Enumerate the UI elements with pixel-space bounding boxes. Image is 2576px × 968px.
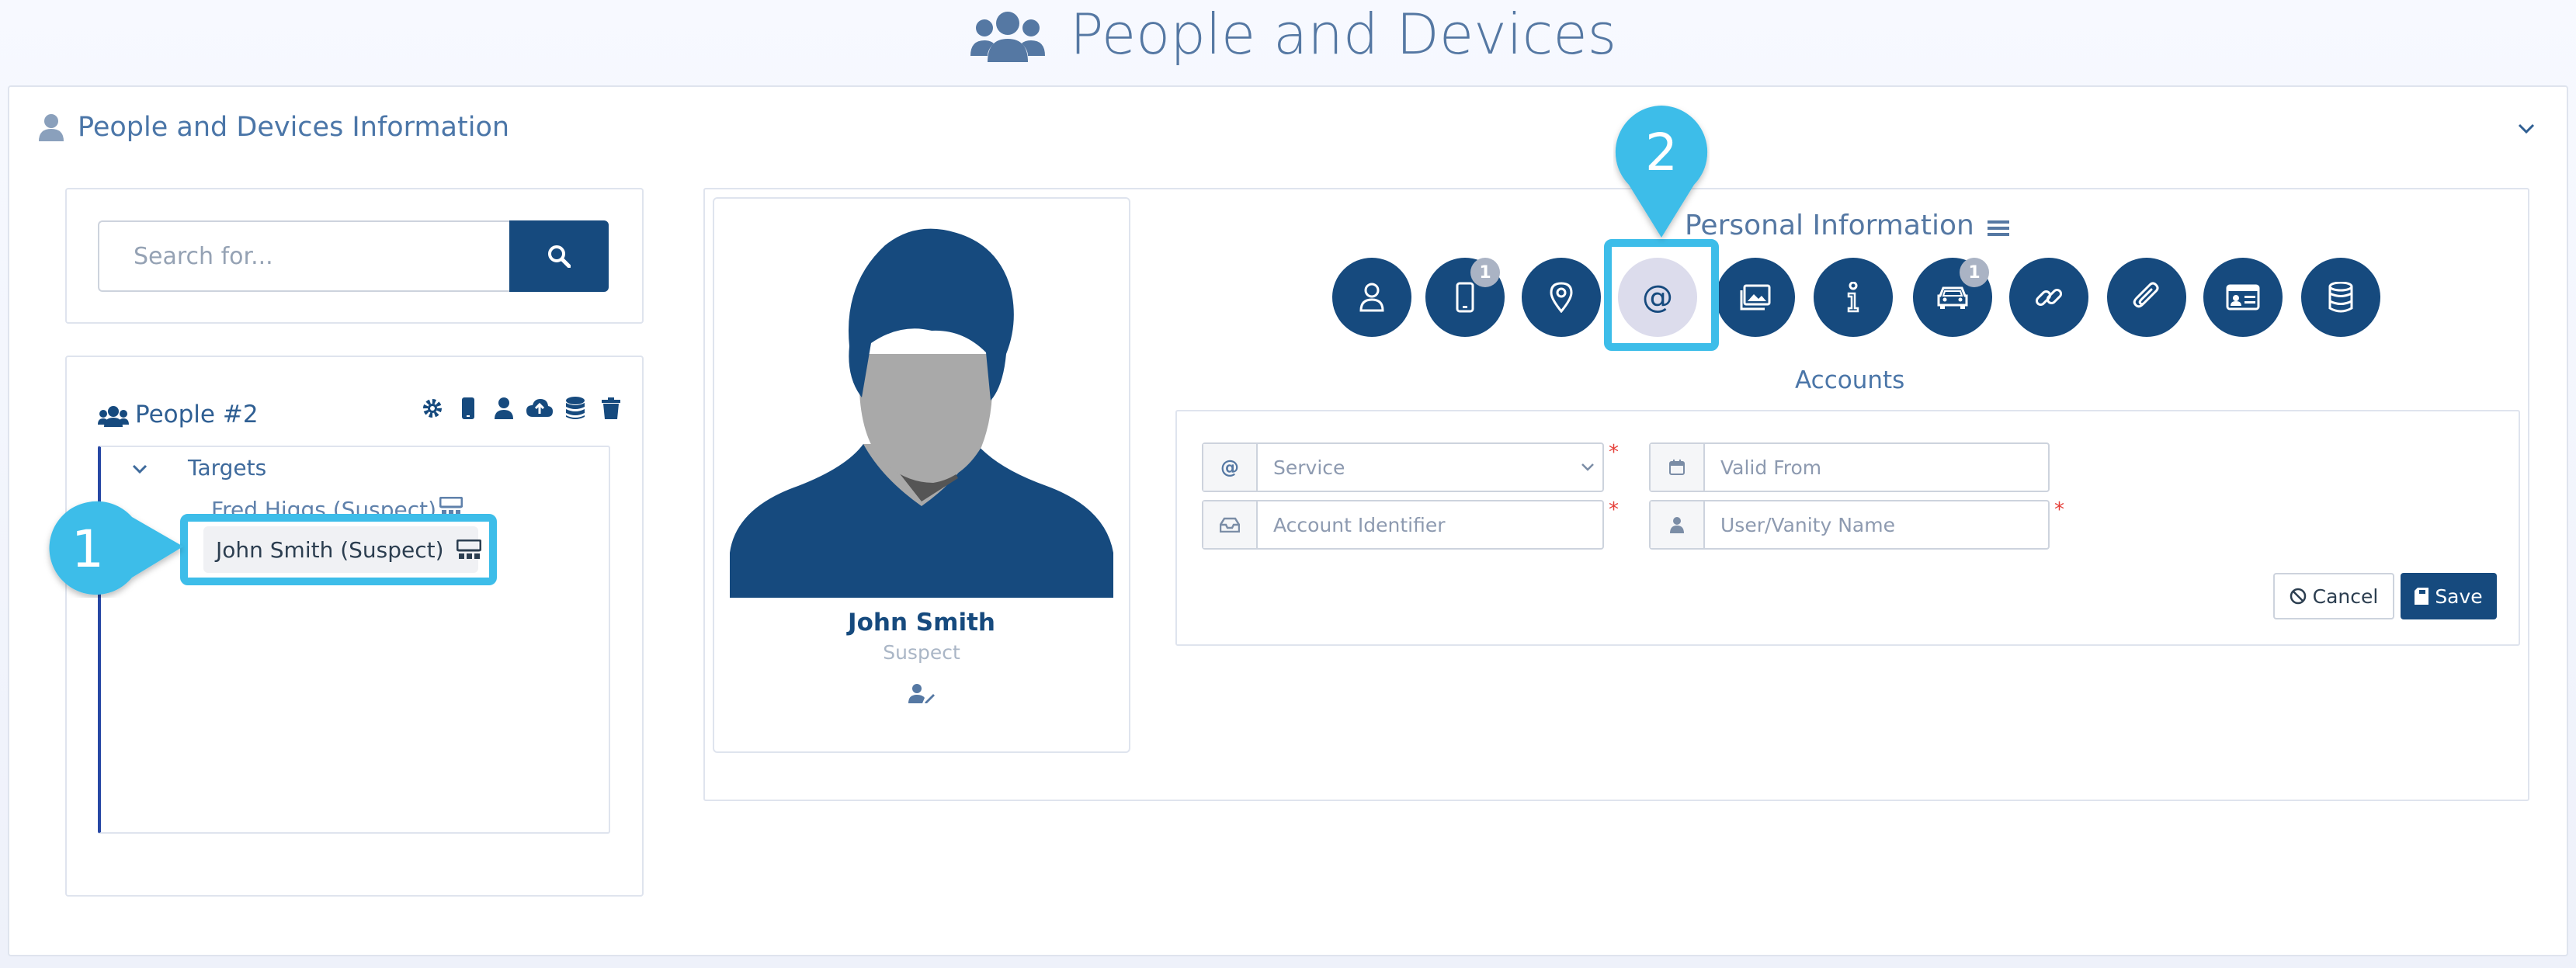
save-button[interactable]: Save <box>2401 573 2497 619</box>
cancel-label: Cancel <box>2312 585 2379 608</box>
tab-attachments[interactable] <box>2107 258 2186 337</box>
gear-icon <box>422 398 443 418</box>
trash-icon <box>602 397 620 419</box>
page-title: People and Devices <box>1070 2 1617 67</box>
required-mark: * <box>2054 498 2064 522</box>
calendar-icon <box>1669 460 1685 475</box>
menu-icon[interactable] <box>1988 219 2009 238</box>
settings-button[interactable] <box>421 394 444 422</box>
add-device-button[interactable] <box>457 394 480 422</box>
field-addon <box>1651 444 1705 491</box>
cloud-upload-icon <box>526 398 553 418</box>
vanity-name-input[interactable]: User/Vanity Name <box>1649 500 2050 550</box>
tab-location[interactable] <box>1522 258 1601 337</box>
location-icon <box>1550 282 1573 313</box>
people-group-title: People #2 <box>135 401 259 428</box>
users-icon <box>98 405 129 427</box>
save-label: Save <box>2435 585 2483 608</box>
account-identifier-input[interactable]: Account Identifier <box>1202 500 1604 550</box>
ban-icon <box>2290 588 2307 605</box>
person-icon <box>37 113 65 141</box>
people-tree-card: People #2 Targets Fred Higgs (Suspect) J… <box>65 356 644 897</box>
person-icon <box>1669 516 1685 533</box>
callout-marker-2: 2 <box>1613 104 1710 244</box>
paperclip-icon <box>2133 282 2161 313</box>
save-icon <box>2415 588 2429 605</box>
valid-from-placeholder: Valid From <box>1720 456 1822 479</box>
tab-images[interactable] <box>1716 258 1795 337</box>
tab-id-card[interactable] <box>2203 258 2283 337</box>
mobile-icon <box>1456 282 1474 313</box>
user-edit-icon[interactable] <box>908 683 935 703</box>
tab-database[interactable] <box>2301 258 2380 337</box>
valid-from-input[interactable]: Valid From <box>1649 442 2050 492</box>
database-icon <box>2328 282 2353 313</box>
search-card <box>65 188 644 324</box>
service-select[interactable]: @ Service <box>1202 442 1604 492</box>
link-icon <box>2033 282 2064 313</box>
tab-links[interactable] <box>2009 258 2088 337</box>
accounts-form: @ Service * Account Identifier * Valid F… <box>1175 410 2520 646</box>
search-input[interactable] <box>98 220 509 292</box>
person-icon <box>1359 283 1385 312</box>
chevron-down-icon[interactable] <box>132 464 148 475</box>
service-placeholder: Service <box>1273 456 1345 479</box>
account-identifier-placeholder: Account Identifier <box>1273 513 1446 536</box>
tree-group-targets[interactable]: Targets <box>188 455 266 481</box>
info-icon <box>1845 282 1861 313</box>
person-icon <box>494 397 514 419</box>
add-person-button[interactable] <box>492 394 516 422</box>
vanity-name-placeholder: User/Vanity Name <box>1720 513 1895 536</box>
tab-info[interactable] <box>1814 258 1893 337</box>
callout-highlight-tree-item <box>180 514 497 585</box>
profile-role: Suspect <box>883 641 960 664</box>
chevron-down-icon <box>1581 463 1602 472</box>
inbox-icon <box>1220 517 1240 533</box>
network-icon <box>439 497 463 515</box>
callout-highlight-accounts-tab <box>1604 239 1719 351</box>
tree-toolbar <box>421 394 623 422</box>
required-mark: * <box>1609 441 1619 464</box>
accounts-title: Accounts <box>1795 366 1905 394</box>
profile-name: John Smith <box>848 609 995 637</box>
cancel-button[interactable]: Cancel <box>2273 573 2394 619</box>
id-card-icon <box>2226 284 2260 311</box>
page-header: People and Devices <box>0 0 2576 78</box>
field-addon <box>1203 501 1258 548</box>
delete-button[interactable] <box>599 394 623 422</box>
mobile-count-badge: 1 <box>1470 258 1500 287</box>
database-button[interactable] <box>564 394 587 422</box>
callout-number: 1 <box>71 519 104 579</box>
search-icon <box>547 245 571 268</box>
search-button[interactable] <box>509 220 609 292</box>
field-addon <box>1651 501 1705 548</box>
chevron-down-icon[interactable] <box>2517 123 2536 135</box>
required-mark: * <box>1609 498 1619 522</box>
panel-title: People and Devices Information <box>78 112 510 143</box>
avatar <box>730 214 1113 598</box>
tab-person[interactable] <box>1332 258 1411 337</box>
users-icon <box>970 9 1045 64</box>
personal-info-title: Personal Information <box>1685 210 1974 241</box>
callout-number: 2 <box>1645 122 1678 182</box>
profile-card: John Smith Suspect <box>713 197 1130 753</box>
field-addon: @ <box>1203 444 1258 491</box>
database-icon <box>565 397 585 420</box>
callout-marker-1: 1 <box>39 500 194 598</box>
at-icon: @ <box>1220 456 1239 478</box>
images-icon <box>1740 284 1771 311</box>
upload-button[interactable] <box>526 394 553 422</box>
mobile-icon <box>461 397 475 420</box>
vehicle-count-badge: 1 <box>1960 258 1989 287</box>
car-icon <box>1937 285 1968 310</box>
